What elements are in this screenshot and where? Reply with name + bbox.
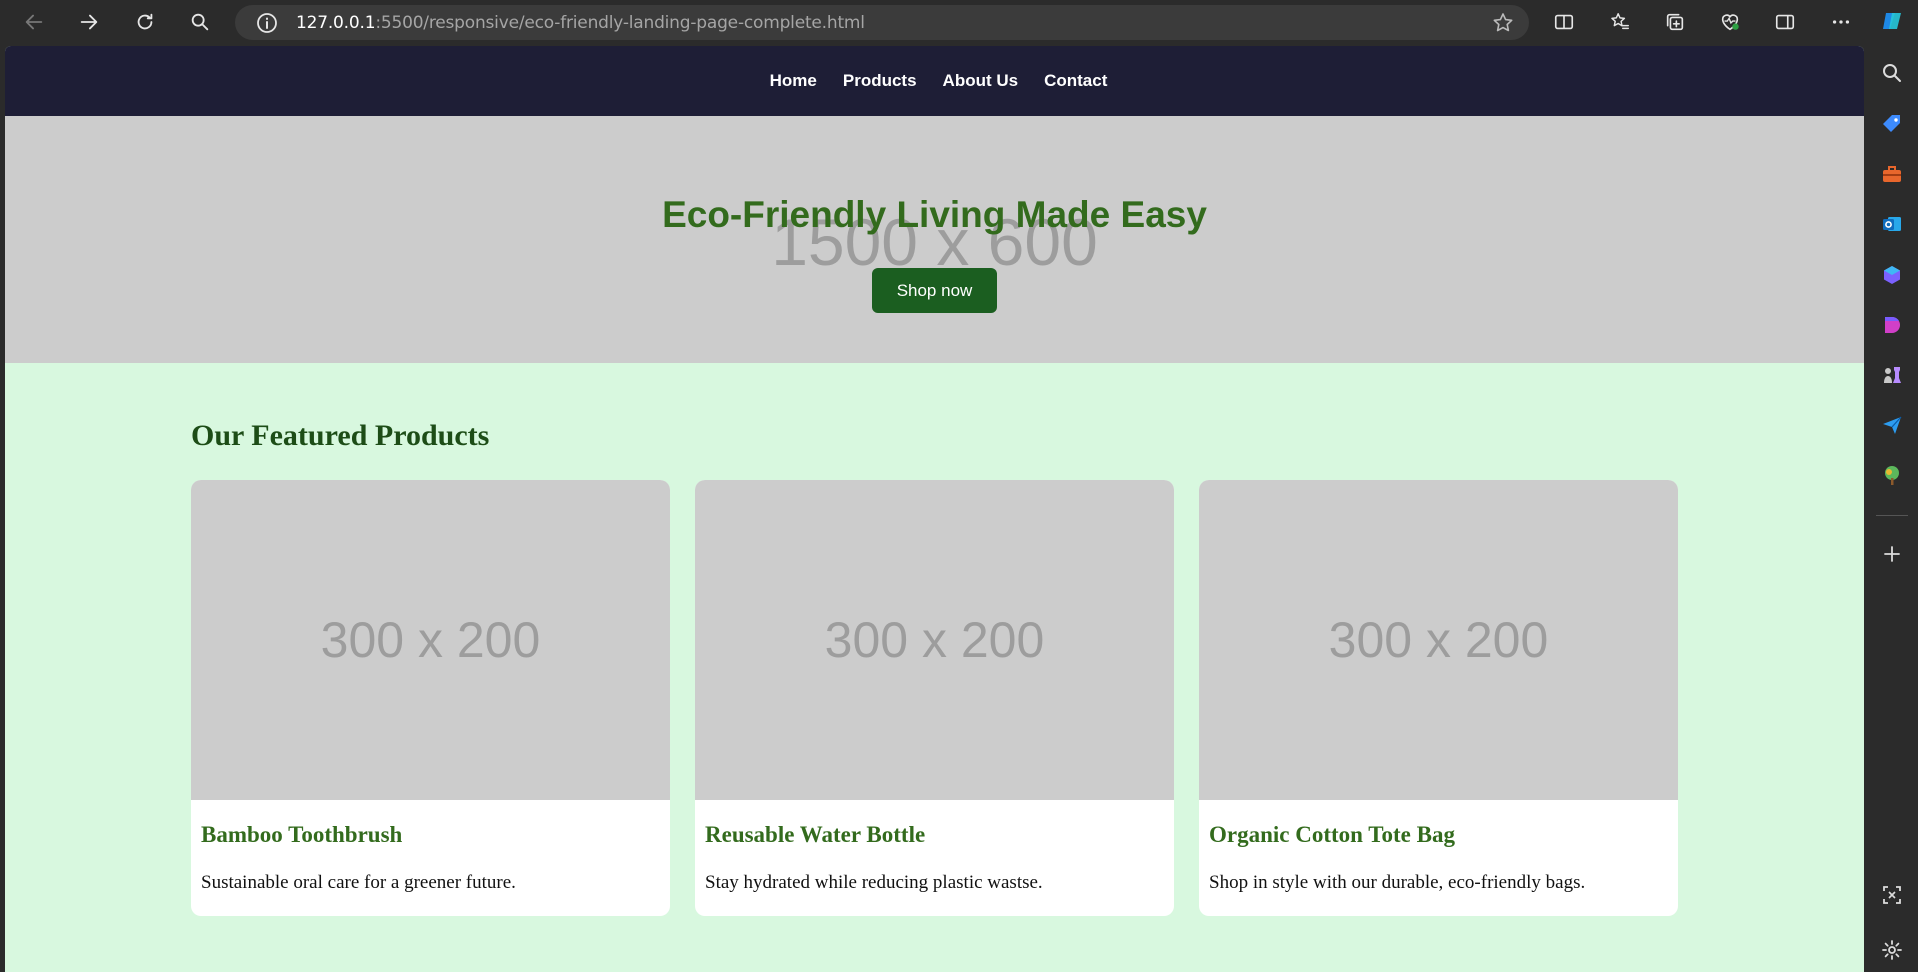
- arrow-left-icon: [25, 14, 43, 30]
- nav-link-contact[interactable]: Contact: [1044, 71, 1107, 91]
- designer-button[interactable]: [1879, 312, 1905, 338]
- copilot-app-icon: [1884, 266, 1900, 284]
- add-app-button[interactable]: [1879, 541, 1905, 567]
- designer-icon: [1885, 316, 1900, 333]
- favorite-star-icon[interactable]: [1491, 11, 1515, 35]
- product-cards: 300 x 200 Bamboo Toothbrush Sustainable …: [191, 480, 1678, 916]
- split-screen-icon: [1554, 14, 1574, 30]
- nav-link-home[interactable]: Home: [770, 71, 817, 91]
- tools-button[interactable]: [1879, 161, 1905, 187]
- product-card[interactable]: 300 x 200 Bamboo Toothbrush Sustainable …: [191, 480, 670, 916]
- search-icon: [191, 13, 209, 31]
- search-button[interactable]: [183, 6, 217, 38]
- copilot-button[interactable]: [1879, 8, 1905, 34]
- product-description: Sustainable oral care for a greener futu…: [201, 872, 516, 893]
- url-host: 127.0.0.1: [296, 13, 376, 33]
- paper-plane-icon: [1883, 416, 1902, 434]
- product-card[interactable]: 300 x 200 Reusable Water Bottle Stay hyd…: [695, 480, 1174, 916]
- screenshot-icon: [1883, 886, 1901, 904]
- sidebar-search-button[interactable]: [1879, 60, 1905, 86]
- shop-now-button[interactable]: Shop now: [872, 268, 997, 313]
- tree-app-button[interactable]: [1879, 463, 1905, 489]
- tree-icon: [1885, 466, 1899, 485]
- forward-button[interactable]: [72, 6, 106, 38]
- product-name: Bamboo Toothbrush: [201, 822, 403, 847]
- send-button[interactable]: [1879, 412, 1905, 438]
- toolbox-icon: [1883, 166, 1901, 182]
- product-image-placeholder: 300 x 200: [1199, 480, 1678, 800]
- refresh-button[interactable]: [128, 6, 162, 38]
- heart-pulse-icon: [1721, 14, 1739, 31]
- sidebar-divider: [1876, 515, 1908, 516]
- product-name: Reusable Water Bottle: [705, 822, 926, 847]
- product-image-placeholder: 300 x 200: [191, 480, 670, 800]
- nav-link-about-us[interactable]: About Us: [943, 71, 1019, 91]
- product-name: Organic Cotton Tote Bag: [1209, 822, 1455, 847]
- collections-icon: [1666, 13, 1684, 31]
- refresh-icon: [137, 13, 153, 30]
- screenshot-button[interactable]: [1879, 882, 1905, 908]
- split-screen-button[interactable]: [1547, 6, 1581, 38]
- hero-section: 1500 x 600 Eco-Friendly Living Made Easy…: [5, 116, 1864, 363]
- shopping-button[interactable]: [1879, 111, 1905, 137]
- collections-button[interactable]: [1658, 6, 1692, 38]
- back-button[interactable]: [17, 6, 51, 38]
- outlook-icon: [1883, 217, 1901, 231]
- sidebar-toggle-icon: [1775, 14, 1795, 30]
- browser-sidebar: [1866, 0, 1918, 972]
- page-viewport: Home Products About Us Contact 1500 x 60…: [5, 46, 1864, 972]
- product-description: Shop in style with our durable, eco-frie…: [1209, 872, 1586, 893]
- games-button[interactable]: [1879, 362, 1905, 388]
- favorites-button[interactable]: [1603, 6, 1637, 38]
- hero-title: Eco-Friendly Living Made Easy: [662, 194, 1207, 235]
- chess-pieces-icon: [1884, 367, 1901, 383]
- browser-essentials-button[interactable]: [1713, 6, 1747, 38]
- shopping-tag-icon: [1883, 115, 1900, 132]
- product-description: Stay hydrated while reducing plastic was…: [705, 872, 1043, 893]
- more-dots-icon: [1832, 20, 1850, 24]
- plus-icon: [1884, 546, 1900, 562]
- product-card[interactable]: 300 x 200 Organic Cotton Tote Bag Shop i…: [1199, 480, 1678, 916]
- search-icon: [1883, 64, 1901, 82]
- copilot-app-button[interactable]: [1879, 262, 1905, 288]
- url-text[interactable]: 127.0.0.1:5500/responsive/eco-friendly-l…: [296, 13, 865, 33]
- address-bar[interactable]: 127.0.0.1:5500/responsive/eco-friendly-l…: [235, 5, 1529, 40]
- info-icon[interactable]: [255, 11, 279, 35]
- outlook-button[interactable]: [1879, 211, 1905, 237]
- url-path: :5500/responsive/eco-friendly-landing-pa…: [375, 13, 865, 33]
- more-menu-button[interactable]: [1824, 6, 1858, 38]
- sidebar-toggle-button[interactable]: [1768, 6, 1802, 38]
- copilot-icon: [1883, 13, 1901, 29]
- browser-toolbar: 127.0.0.1:5500/responsive/eco-friendly-l…: [0, 0, 1918, 45]
- product-image-placeholder: 300 x 200: [695, 480, 1174, 800]
- main-nav: Home Products About Us Contact: [5, 46, 1864, 116]
- gear-icon: [1882, 940, 1902, 960]
- settings-button[interactable]: [1879, 937, 1905, 963]
- nav-link-products[interactable]: Products: [843, 71, 917, 91]
- favorites-icon: [1611, 13, 1629, 30]
- featured-heading: Our Featured Products: [191, 419, 490, 452]
- arrow-right-icon: [80, 14, 98, 30]
